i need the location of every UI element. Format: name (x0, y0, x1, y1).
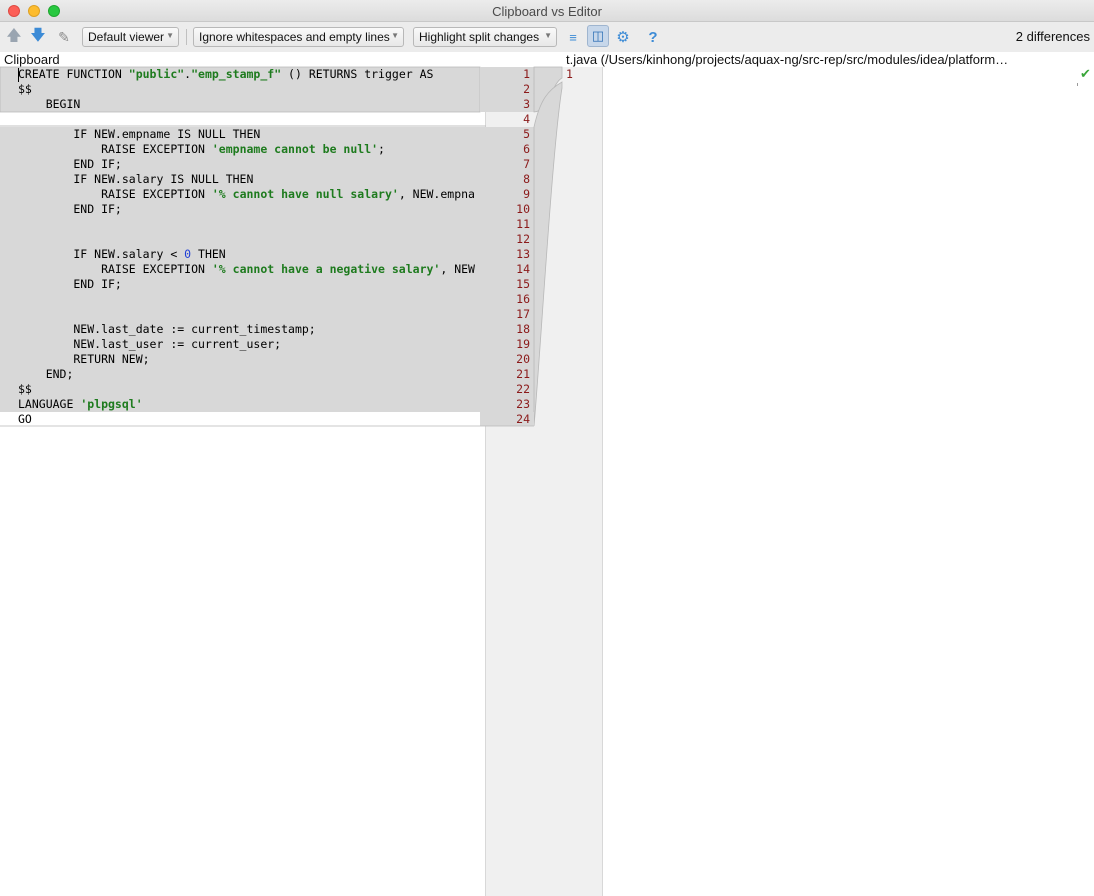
code-line-14: RAISE EXCEPTION '% cannot have a negativ… (18, 262, 475, 276)
line-number: 7 (523, 157, 530, 171)
code-line-6: RAISE EXCEPTION 'empname cannot be null'… (18, 142, 385, 156)
line-number: 23 (516, 397, 530, 411)
code-line-1: CREATE FUNCTION "public"."emp_stamp_f" (… (18, 67, 434, 81)
line-number: 22 (516, 382, 530, 396)
line-number: 18 (516, 322, 530, 336)
collapse-unchanged-icon[interactable]: ≡ (565, 27, 581, 47)
line-number: 17 (516, 307, 530, 321)
string-literal: 'plpgsql' (80, 397, 143, 411)
string-literal: "emp_stamp_f" (191, 67, 282, 81)
string-literal: 'empname cannot be null' (211, 142, 379, 156)
gear-icon[interactable]: ⚙ (613, 27, 633, 47)
right-panel-title[interactable]: t.java (/Users/kinhong/projects/aquax-ng… (566, 52, 1088, 67)
chevron-down-icon: ▼ (166, 31, 174, 40)
code-line-21: END; (18, 367, 74, 381)
edit-source-icon[interactable]: ✎ (54, 27, 74, 47)
side-by-side-toggle-icon[interactable]: ◫ (587, 25, 609, 47)
code-line-18: NEW.last_date := current_timestamp; (18, 322, 316, 336)
string-literal: '% cannot have null salary' (211, 187, 399, 201)
code-line-20: RETURN NEW; (18, 352, 150, 366)
code-line-23: LANGUAGE 'plpgsql' (18, 397, 143, 411)
title-bar: Clipboard vs Editor (0, 0, 1094, 22)
arrow-up-icon[interactable]: 🡅 (5, 27, 23, 47)
code-line-22: $$ (18, 382, 32, 396)
code-line-7: END IF; (18, 157, 122, 171)
left-panel-title: Clipboard (4, 52, 60, 67)
diff-toolbar: 🡅 🡇 ✎ Default viewer ▼ Ignore whitespace… (0, 22, 1094, 52)
checkmark-icon: ✔ (1080, 66, 1091, 81)
code-line-19: NEW.last_user := current_user; (18, 337, 282, 351)
line-number: 9 (523, 187, 530, 201)
code-line-5: IF NEW.empname IS NULL THEN (18, 127, 261, 141)
line-number: 13 (516, 247, 530, 261)
line-number: 1 (523, 67, 530, 81)
string-literal: "public" (128, 67, 185, 81)
viewer-dropdown[interactable]: Default viewer ▼ (82, 27, 179, 47)
toolbar-separator (186, 29, 187, 45)
viewer-dropdown-label: Default viewer (88, 30, 165, 44)
code-line-15: END IF; (18, 277, 122, 291)
line-number: 12 (516, 232, 530, 246)
code-line-8: IF NEW.salary IS NULL THEN (18, 172, 254, 186)
line-number: 19 (516, 337, 530, 351)
chevron-down-icon: ▼ (391, 31, 399, 40)
chevron-down-icon: ▼ (544, 31, 552, 40)
string-literal: '% cannot have a negative salary' (211, 262, 441, 276)
window-title: Clipboard vs Editor (492, 4, 602, 19)
code-line-24: GO (18, 412, 32, 426)
line-number: 6 (523, 142, 530, 156)
ignore-policy-dropdown[interactable]: Ignore whitespaces and empty lines ▼ (193, 27, 404, 47)
highlight-policy-label: Highlight split changes (419, 30, 540, 44)
line-number: 5 (523, 127, 530, 141)
line-number: 15 (516, 277, 530, 291)
line-number: 14 (516, 262, 530, 276)
line-number: 4 (523, 112, 530, 126)
code-line-9: RAISE EXCEPTION '% cannot have null sala… (18, 187, 475, 201)
scrollbar-marker (1077, 83, 1078, 86)
code-line-3: BEGIN (18, 97, 81, 111)
code-line-10: END IF; (18, 202, 122, 216)
line-number: 8 (523, 172, 530, 186)
text-cursor (18, 68, 19, 82)
line-number: 10 (516, 202, 530, 216)
line-number: 11 (516, 217, 530, 231)
help-icon[interactable]: ? (645, 27, 661, 47)
line-number: 21 (516, 367, 530, 381)
line-number: 2 (523, 82, 530, 96)
line-number: 24 (516, 412, 530, 426)
code-line-2: $$ (18, 82, 32, 96)
differences-count: 2 differences (1015, 29, 1090, 44)
right-editor[interactable] (603, 67, 1094, 896)
line-number: 16 (516, 292, 530, 306)
ignore-policy-label: Ignore whitespaces and empty lines (199, 30, 390, 44)
number-literal: 0 (184, 247, 192, 261)
arrow-down-icon[interactable]: 🡇 (29, 27, 47, 47)
right-line-number: 1 (566, 67, 573, 81)
line-number: 20 (516, 352, 530, 366)
code-line-13: IF NEW.salary < 0 THEN (18, 247, 226, 261)
highlight-policy-dropdown[interactable]: Highlight split changes ▼ (413, 27, 557, 47)
line-number: 3 (523, 97, 530, 111)
